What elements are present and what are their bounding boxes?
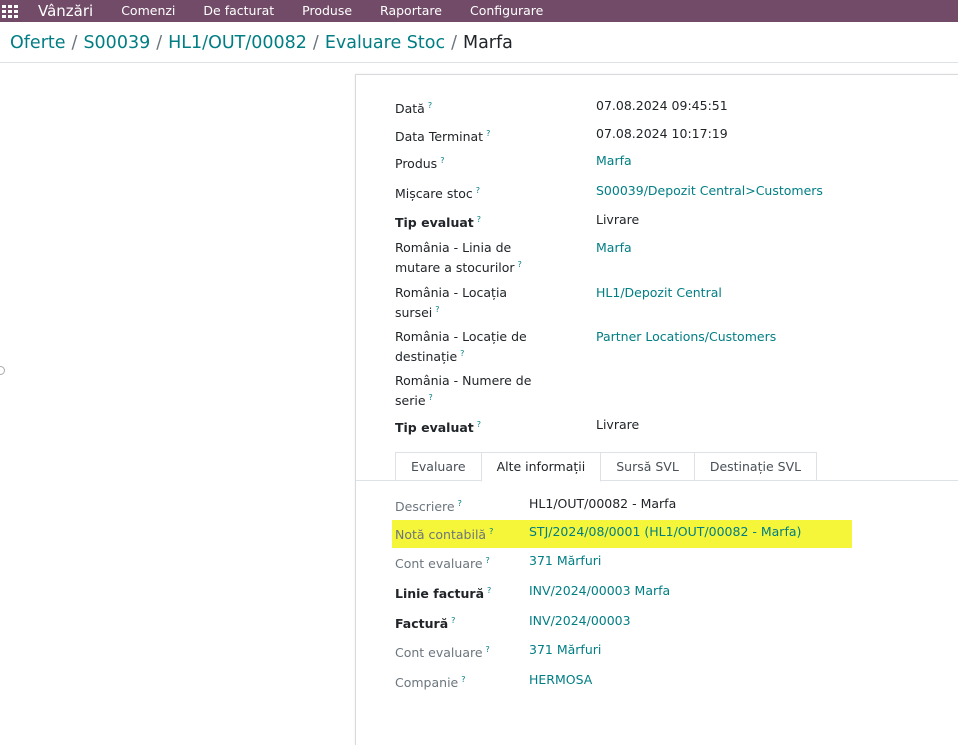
tab-field-value-linie-factura[interactable]: INV/2024/00003 Marfa <box>529 582 670 599</box>
tab-field-value-cont-evaluare-2[interactable]: 371 Mărfuri <box>529 641 601 658</box>
breadcrumb-separator: / <box>71 33 78 53</box>
menu-comenzi[interactable]: Comenzi <box>121 0 175 22</box>
help-icon[interactable]: ? <box>477 215 481 224</box>
field-value-locatie-destinatie[interactable]: Partner Locations/Customers <box>596 328 776 345</box>
tab-field-value-nota-contabila[interactable]: STJ/2024/08/0001 (HL1/OUT/00082 - Marfa) <box>529 523 801 540</box>
help-icon[interactable]: ? <box>486 129 490 138</box>
field-label-locatie-destinatie: România - Locație de destinație? <box>395 329 527 365</box>
resize-handle-left[interactable] <box>0 366 5 375</box>
menu-raportare[interactable]: Raportare <box>380 0 442 22</box>
breadcrumb-transfer[interactable]: HL1/OUT/00082 <box>168 33 307 53</box>
help-icon[interactable]: ? <box>518 260 522 269</box>
help-icon[interactable]: ? <box>428 101 432 110</box>
help-icon[interactable]: ? <box>460 349 464 358</box>
help-icon[interactable]: ? <box>458 499 462 508</box>
tab-field-value-descriere: HL1/OUT/00082 - Marfa <box>529 496 677 511</box>
breadcrumb-separator: / <box>312 33 319 53</box>
help-icon[interactable]: ? <box>486 645 490 654</box>
help-icon[interactable]: ? <box>477 420 481 429</box>
help-icon[interactable]: ? <box>461 675 465 684</box>
apps-menu-icon[interactable] <box>2 4 20 18</box>
field-value-tip-evaluat-2: Livrare <box>596 417 640 432</box>
field-value-miscare-stoc[interactable]: S00039/Depozit Central>Customers <box>596 182 823 199</box>
field-label-linia-mutare: România - Linia de mutare a stocurilor? <box>395 240 522 276</box>
field-value-tip-evaluat: Livrare <box>596 212 640 227</box>
field-label-tip-evaluat: Tip evaluat? <box>395 215 482 231</box>
field-value-produs[interactable]: Marfa <box>596 152 632 169</box>
tab-sursa-svl[interactable]: Sursă SVL <box>600 452 695 480</box>
field-label-miscare-stoc: Mișcare stoc? <box>395 186 481 202</box>
tab-alte-informatii[interactable]: Alte informații <box>480 452 602 482</box>
help-icon[interactable]: ? <box>451 616 455 625</box>
tab-evaluare[interactable]: Evaluare <box>395 452 482 480</box>
field-label-numere-serie: România - Numere de serie? <box>395 373 532 409</box>
breadcrumb-separator: / <box>156 33 163 53</box>
help-icon[interactable]: ? <box>487 586 491 595</box>
header-divider <box>0 62 958 63</box>
notebook-tabs: Evaluare Alte informații Sursă SVL Desti… <box>395 452 818 482</box>
tab-field-value-companie[interactable]: HERMOSA <box>529 671 592 688</box>
help-icon[interactable]: ? <box>440 156 444 165</box>
field-label-produs: Produs? <box>395 156 445 172</box>
field-label-data: Dată? <box>395 101 433 117</box>
top-navbar: Vânzări Comenzi De facturat Produse Rapo… <box>0 0 958 22</box>
breadcrumb-oferte[interactable]: Oferte <box>10 33 66 53</box>
menu-de-facturat[interactable]: De facturat <box>203 0 274 22</box>
field-label-tip-evaluat-2: Tip evaluat? <box>395 420 482 436</box>
tabs-baseline <box>356 480 958 481</box>
menu-produse[interactable]: Produse <box>302 0 352 22</box>
field-value-data: 07.08.2024 09:45:51 <box>596 98 728 113</box>
field-value-data-terminat: 07.08.2024 10:17:19 <box>596 126 728 141</box>
menu-configurare[interactable]: Configurare <box>470 0 543 22</box>
tab-destinatie-svl[interactable]: Destinație SVL <box>693 452 818 480</box>
help-icon[interactable]: ? <box>489 527 493 536</box>
breadcrumb-current: Marfa <box>462 33 513 53</box>
breadcrumb-evaluare-stoc[interactable]: Evaluare Stoc <box>325 33 445 53</box>
field-label-locatia-sursei: România - Locația sursei? <box>395 285 508 321</box>
help-icon[interactable]: ? <box>476 186 480 195</box>
breadcrumb-separator: / <box>451 33 457 53</box>
breadcrumb-order[interactable]: S00039 <box>83 33 150 53</box>
help-icon[interactable]: ? <box>486 556 490 565</box>
help-icon[interactable]: ? <box>429 393 433 402</box>
field-value-linia-mutare[interactable]: Marfa <box>596 239 632 256</box>
tab-field-value-factura[interactable]: INV/2024/00003 <box>529 612 631 629</box>
field-label-data-terminat: Data Terminat? <box>395 129 491 145</box>
breadcrumb: Oferte / S00039/HL1/OUT/00082/Evaluare Sto… <box>10 33 513 53</box>
field-value-locatia-sursei[interactable]: HL1/Depozit Central <box>596 284 722 301</box>
tab-field-value-cont-evaluare[interactable]: 371 Mărfuri <box>529 552 601 569</box>
app-name[interactable]: Vânzări <box>38 0 93 22</box>
help-icon[interactable]: ? <box>435 305 439 314</box>
